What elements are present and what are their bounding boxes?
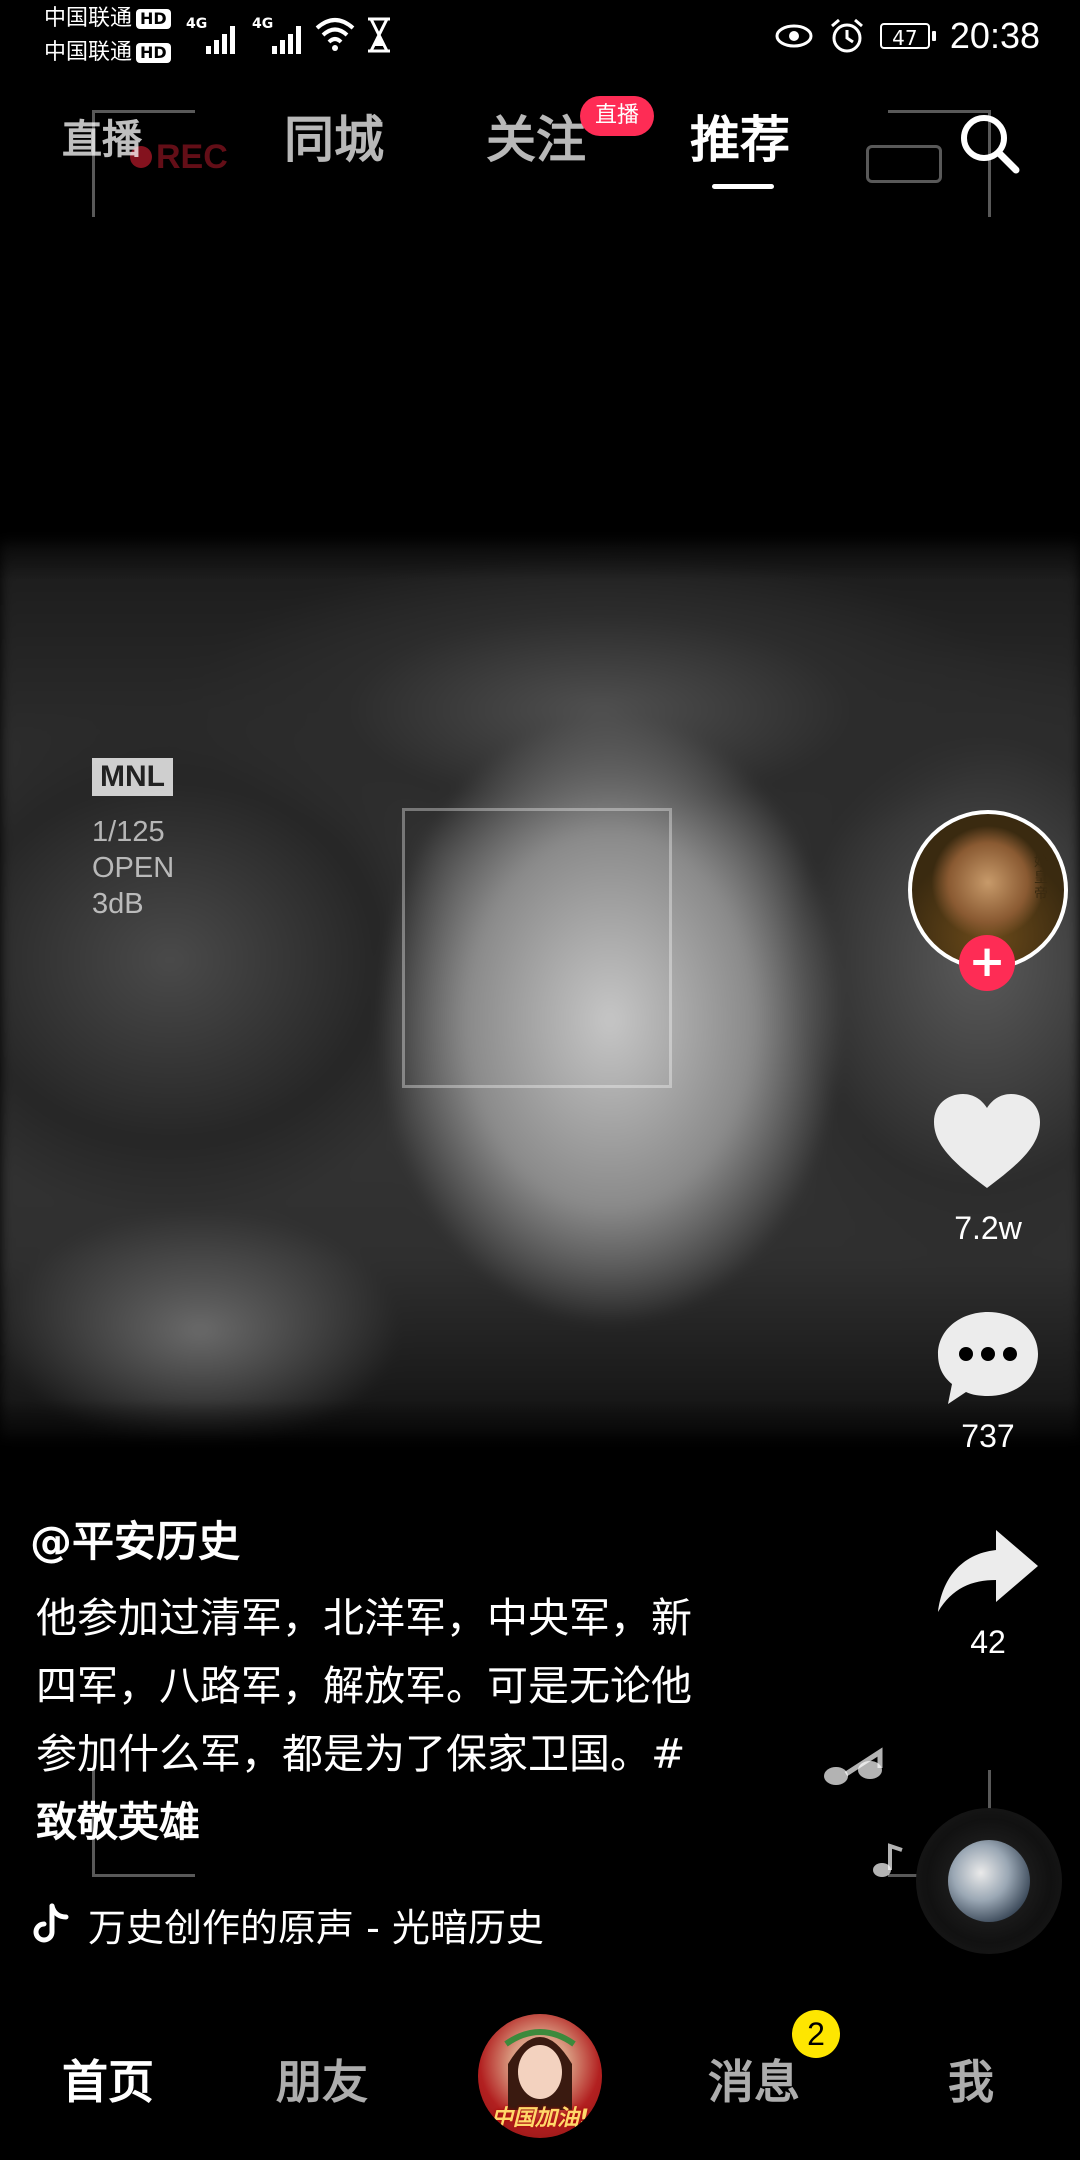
camera-mode-label: MNL: [92, 758, 173, 796]
status-right: 47 20:38: [774, 12, 1040, 60]
live-badge: 直播: [580, 96, 654, 136]
carrier-1-name: 中国联通: [44, 6, 133, 31]
video-description: 他参加过清军，北洋军，中央军，新 四军，八路军，解放军。可是无论他 参加什么军，…: [36, 1584, 776, 1856]
focus-box: [402, 808, 672, 1088]
share-icon[interactable]: [934, 1526, 1042, 1616]
nav-me[interactable]: 我: [948, 2046, 994, 2112]
description-line-2: 四军，八路军，解放军。可是无论他: [36, 1662, 692, 1710]
center-button-label: 中国加油!: [490, 2106, 590, 2131]
video-fade-top: [0, 520, 1080, 580]
description-line-1: 他参加过清军，北洋军，中央军，新: [36, 1594, 692, 1642]
music-title: 万史创作的原声 - 光暗历史: [88, 1905, 544, 1950]
floating-note-small-icon: [873, 1843, 903, 1877]
battery-icon: 47: [879, 23, 936, 50]
hd-1: HD: [136, 9, 171, 29]
gain-readout: 3dB: [92, 888, 144, 920]
nav-messages[interactable]: 消息: [708, 2046, 800, 2112]
messages-badge: 2: [792, 2010, 840, 2058]
hd-2: HD: [136, 43, 171, 63]
comment-icon[interactable]: [934, 1308, 1042, 1408]
video-fade-bottom: [0, 1400, 1080, 1460]
hashtag-link[interactable]: 致敬英雄: [36, 1788, 776, 1856]
description-line-3: 参加什么军，都是为了保家卫国。#: [36, 1730, 686, 1778]
tab-nearby[interactable]: 同城: [284, 100, 384, 180]
carrier-1: 中国联通 HD: [44, 4, 171, 34]
signal-1-icon: 4G: [186, 12, 252, 56]
avatar-text: 始皇帝: [1034, 854, 1048, 902]
active-tab-indicator: [712, 184, 774, 189]
like-heart-icon[interactable]: [932, 1092, 1042, 1192]
clock: 20:38: [949, 15, 1040, 56]
tab-recommended[interactable]: 推荐: [690, 100, 790, 180]
nav-create-button[interactable]: 中国加油!: [478, 2014, 602, 2138]
music-info[interactable]: 万史创作的原声 - 光暗历史: [30, 1896, 544, 1952]
carrier-2: 中国联通 HD: [44, 38, 171, 68]
top-tabs: 同城 关注 推荐: [0, 100, 1080, 180]
bottom-nav: 首页 朋友 中国加油! 消息 2 我: [0, 1984, 1080, 2160]
aperture-readout: OPEN: [92, 852, 175, 884]
tiktok-note-icon: [33, 1903, 69, 1943]
carrier-2-name: 中国联通: [44, 40, 133, 65]
music-disc[interactable]: [916, 1808, 1062, 1954]
nav-home[interactable]: 首页: [62, 2046, 154, 2112]
tab-following[interactable]: 关注: [486, 100, 586, 180]
share-count: 42: [970, 1624, 1006, 1660]
hourglass-icon: [368, 17, 390, 53]
wifi-icon: [315, 18, 355, 51]
eye-icon: [775, 24, 813, 48]
floating-note-icon: [824, 1747, 883, 1785]
music-disc-cover: [948, 1840, 1030, 1922]
signal-2-icon: 4G: [252, 12, 318, 56]
battery-level: 47: [879, 23, 930, 50]
comment-count: 737: [961, 1418, 1015, 1454]
author-name[interactable]: @平安历史: [30, 1508, 240, 1569]
follow-button[interactable]: +: [959, 935, 1015, 991]
like-count: 7.2w: [954, 1210, 1022, 1246]
nav-friends[interactable]: 朋友: [276, 2046, 368, 2112]
search-icon[interactable]: [950, 106, 1030, 186]
shutter-readout: 1/125: [92, 816, 165, 848]
alarm-icon: [830, 18, 863, 53]
